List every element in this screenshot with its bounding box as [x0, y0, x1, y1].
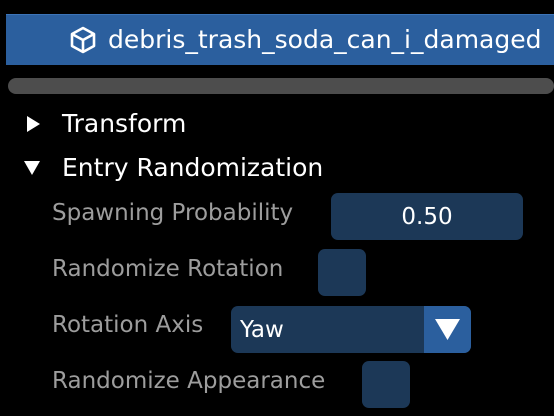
horizontal-scrollbar[interactable] — [8, 78, 554, 94]
spawning-probability-value: 0.50 — [401, 204, 453, 230]
rotation-axis-label: Rotation Axis — [52, 312, 204, 338]
rotation-axis-value: Yaw — [240, 317, 284, 343]
expanded-arrow-icon — [22, 152, 44, 184]
tree-node-label: Transform — [62, 109, 187, 138]
cube-icon — [68, 25, 98, 55]
randomize-rotation-checkbox[interactable] — [318, 249, 366, 296]
rotation-axis-dropdown[interactable]: Yaw — [231, 306, 471, 353]
dropdown-arrow-button[interactable] — [424, 306, 471, 353]
spawning-probability-field[interactable]: 0.50 — [331, 193, 523, 240]
selected-entity-row[interactable]: debris_trash_soda_can_i_damaged — [6, 14, 554, 65]
randomize-appearance-checkbox[interactable] — [362, 361, 410, 408]
entity-name: debris_trash_soda_can_i_damaged — [108, 25, 542, 54]
chevron-down-icon — [435, 319, 460, 340]
randomize-appearance-label: Randomize Appearance — [52, 368, 326, 394]
tree-node-label: Entry Randomization — [62, 153, 324, 182]
spawning-probability-label: Spawning Probability — [52, 200, 294, 226]
collapsed-arrow-icon — [22, 108, 44, 140]
randomize-rotation-label: Randomize Rotation — [52, 256, 284, 282]
